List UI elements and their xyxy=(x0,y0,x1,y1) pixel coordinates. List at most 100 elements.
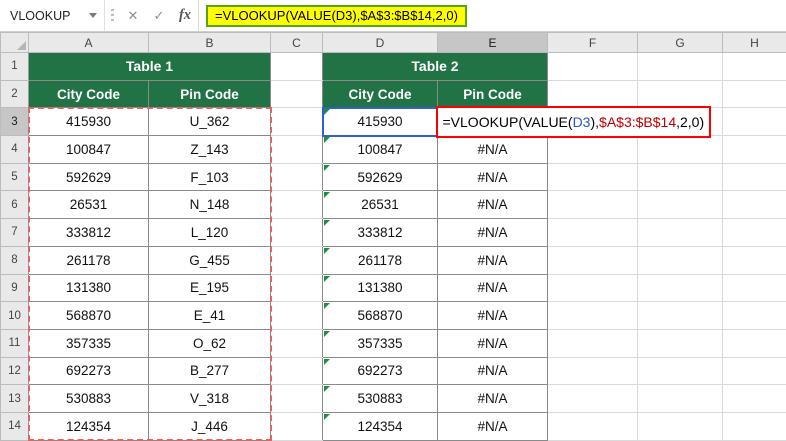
cell-G4[interactable] xyxy=(637,135,723,164)
cell-G7[interactable] xyxy=(637,218,723,247)
cell-A12[interactable]: 692273 xyxy=(28,356,149,386)
cell-D9[interactable]: 131380 xyxy=(322,273,438,303)
cell-E8[interactable]: #N/A xyxy=(437,245,548,275)
cell-G6[interactable] xyxy=(637,190,723,220)
row-header-8[interactable]: 8 xyxy=(0,245,29,275)
cell-H13[interactable] xyxy=(722,384,786,413)
cell-F6[interactable] xyxy=(547,190,638,220)
cell-B8[interactable]: G_455 xyxy=(148,245,271,275)
cell-C12[interactable] xyxy=(270,356,323,386)
cell-C6[interactable] xyxy=(270,190,323,220)
cell-H7[interactable] xyxy=(722,218,786,247)
cell-G11[interactable] xyxy=(637,328,723,358)
cell-D13[interactable]: 530883 xyxy=(322,384,438,413)
cell-H14[interactable] xyxy=(722,411,786,441)
row-header-10[interactable]: 10 xyxy=(0,301,29,330)
cell-E13[interactable]: #N/A xyxy=(437,384,548,413)
cell-D4[interactable]: 100847 xyxy=(322,135,438,164)
cell-F11[interactable] xyxy=(547,328,638,358)
cell-F10[interactable] xyxy=(547,301,638,330)
cell-D11[interactable]: 357335 xyxy=(322,328,438,358)
cell-B7[interactable]: L_120 xyxy=(148,218,271,247)
cell-B11[interactable]: O_62 xyxy=(148,328,271,358)
cell-A3[interactable]: 415930 xyxy=(28,107,149,137)
cell-B2[interactable]: Pin Code xyxy=(148,79,271,109)
cell-E14[interactable]: #N/A xyxy=(437,411,548,441)
cell-H10[interactable] xyxy=(722,301,786,330)
cell-F2[interactable] xyxy=(547,79,638,109)
row-header-9[interactable]: 9 xyxy=(0,273,29,303)
cell-F4[interactable] xyxy=(547,135,638,164)
cell-A1[interactable]: Table 1 xyxy=(28,52,271,81)
cell-A13[interactable]: 530883 xyxy=(28,384,149,413)
cell-G1[interactable] xyxy=(637,52,723,81)
cell-G14[interactable] xyxy=(637,411,723,441)
cell-H2[interactable] xyxy=(722,79,786,109)
cell-D1[interactable]: Table 2 xyxy=(322,52,548,81)
cell-C8[interactable] xyxy=(270,245,323,275)
cell-C5[interactable] xyxy=(270,162,323,192)
row-header-13[interactable]: 13 xyxy=(0,384,29,413)
cell-H1[interactable] xyxy=(722,52,786,81)
cell-H12[interactable] xyxy=(722,356,786,386)
cell-F14[interactable] xyxy=(547,411,638,441)
row-header-1[interactable]: 1 xyxy=(0,52,29,81)
cell-E12[interactable]: #N/A xyxy=(437,356,548,386)
cell-B14[interactable]: J_446 xyxy=(148,411,271,441)
cell-A14[interactable]: 124354 xyxy=(28,411,149,441)
cell-C9[interactable] xyxy=(270,273,323,303)
cell-D6[interactable]: 26531 xyxy=(322,190,438,220)
cell-B13[interactable]: V_318 xyxy=(148,384,271,413)
cell-G13[interactable] xyxy=(637,384,723,413)
cell-G10[interactable] xyxy=(637,301,723,330)
cell-D3[interactable]: 415930 xyxy=(322,107,438,137)
cancel-button[interactable]: ✕ xyxy=(120,0,146,31)
cell-D7[interactable]: 333812 xyxy=(322,218,438,247)
row-header-14[interactable]: 14 xyxy=(0,411,29,441)
insert-function-button[interactable]: fx xyxy=(172,0,198,31)
cell-B9[interactable]: E_195 xyxy=(148,273,271,303)
column-header-G[interactable]: G xyxy=(637,32,723,53)
cell-G8[interactable] xyxy=(637,245,723,275)
cell-H6[interactable] xyxy=(722,190,786,220)
row-header-3[interactable]: 3 xyxy=(0,107,29,137)
cell-H5[interactable] xyxy=(722,162,786,192)
cell-F7[interactable] xyxy=(547,218,638,247)
cell-F1[interactable] xyxy=(547,52,638,81)
column-header-E[interactable]: E xyxy=(437,32,548,53)
row-header-7[interactable]: 7 xyxy=(0,218,29,247)
cell-A6[interactable]: 26531 xyxy=(28,190,149,220)
cell-C13[interactable] xyxy=(270,384,323,413)
cell-A11[interactable]: 357335 xyxy=(28,328,149,358)
row-header-4[interactable]: 4 xyxy=(0,135,29,164)
cell-G9[interactable] xyxy=(637,273,723,303)
cell-A2[interactable]: City Code xyxy=(28,79,149,109)
cell-C3[interactable] xyxy=(270,107,323,137)
cell-E11[interactable]: #N/A xyxy=(437,328,548,358)
row-header-6[interactable]: 6 xyxy=(0,190,29,220)
cell-A8[interactable]: 261178 xyxy=(28,245,149,275)
cell-C11[interactable] xyxy=(270,328,323,358)
cell-C4[interactable] xyxy=(270,135,323,164)
cell-D8[interactable]: 261178 xyxy=(322,245,438,275)
cell-E4[interactable]: #N/A xyxy=(437,135,548,164)
cell-G2[interactable] xyxy=(637,79,723,109)
cell-H9[interactable] xyxy=(722,273,786,303)
cell-B3[interactable]: U_362 xyxy=(148,107,271,137)
cell-D12[interactable]: 692273 xyxy=(322,356,438,386)
column-header-B[interactable]: B xyxy=(148,32,271,53)
cell-C1[interactable] xyxy=(270,52,323,81)
cell-E9[interactable]: #N/A xyxy=(437,273,548,303)
cell-E2[interactable]: Pin Code xyxy=(437,79,548,109)
cell-E5[interactable]: #N/A xyxy=(437,162,548,192)
column-header-H[interactable]: H xyxy=(722,32,786,53)
cell-A10[interactable]: 568870 xyxy=(28,301,149,330)
cell-D10[interactable]: 568870 xyxy=(322,301,438,330)
row-header-12[interactable]: 12 xyxy=(0,356,29,386)
cell-A4[interactable]: 100847 xyxy=(28,135,149,164)
cell-F9[interactable] xyxy=(547,273,638,303)
column-header-A[interactable]: A xyxy=(28,32,149,53)
cell-H3[interactable] xyxy=(722,107,786,137)
column-header-F[interactable]: F xyxy=(547,32,638,53)
active-cell-formula[interactable]: =VLOOKUP(VALUE(D3), $A$3:$B$14,2,0) xyxy=(435,105,712,138)
